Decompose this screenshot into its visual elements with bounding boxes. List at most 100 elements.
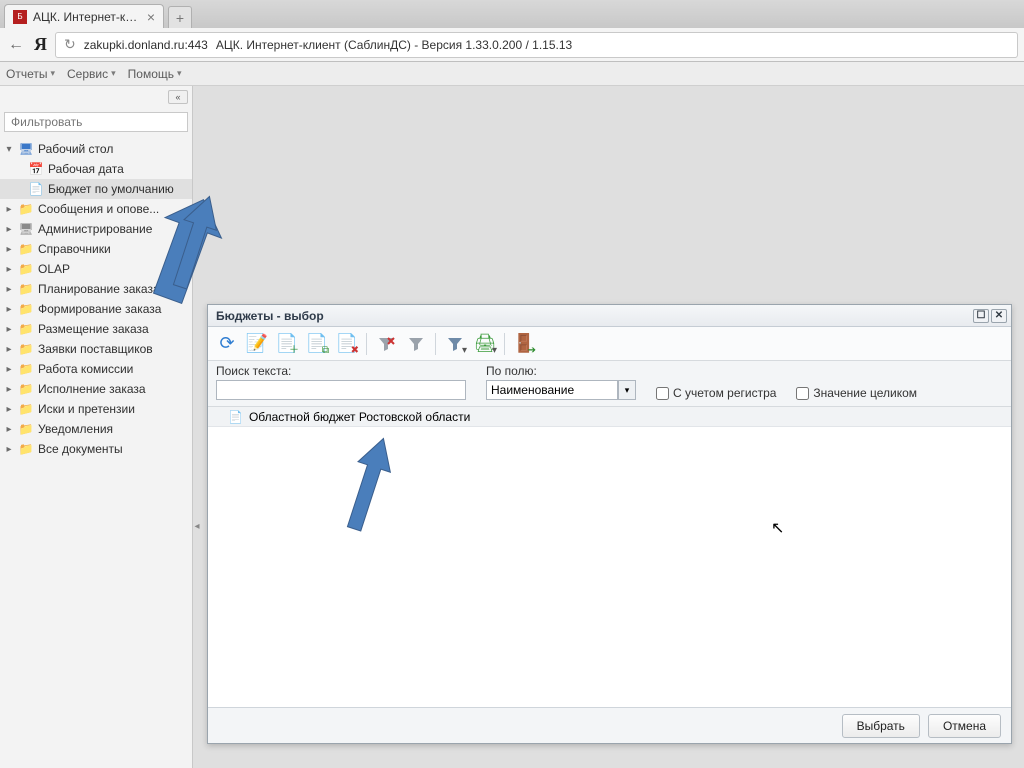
expander-icon[interactable]: ▸ — [4, 424, 14, 435]
edit-button[interactable]: 📝 — [244, 331, 270, 357]
expander-icon[interactable]: ▸ — [4, 324, 14, 335]
expander-icon[interactable]: ▸ — [4, 404, 14, 415]
caret-down-icon: ▾ — [492, 346, 497, 356]
expander-icon[interactable]: ▸ — [4, 264, 14, 275]
print-button[interactable]: 🖨▾ — [472, 331, 498, 357]
folder-icon: 📁 — [18, 241, 34, 257]
new-button[interactable]: 📄＋ — [274, 331, 300, 357]
new-tab-button[interactable]: + — [168, 6, 192, 28]
clear-filter-button[interactable] — [373, 331, 399, 357]
expander-icon[interactable]: ▸ — [4, 384, 14, 395]
folder-icon: 📁 — [18, 341, 34, 357]
search-field-input[interactable] — [486, 380, 618, 400]
list-item-label: Областной бюджет Ростовской области — [249, 410, 470, 424]
folder-icon: 📁 — [18, 261, 34, 277]
checkbox-input[interactable] — [796, 387, 809, 400]
sidebar-filter — [0, 108, 192, 136]
tree-item-execution[interactable]: ▸📁Исполнение заказа — [0, 379, 192, 399]
back-button[interactable]: ← — [6, 35, 26, 55]
delete-button[interactable]: 📄✖ — [334, 331, 360, 357]
main-area: « ▾ 🖥 Рабочий стол 📅Рабочая дата 📄Бюджет п… — [0, 86, 1024, 768]
caret-down-icon: ▾ — [111, 68, 116, 79]
collapse-sidebar-button[interactable]: « — [168, 90, 188, 104]
menu-label: Отчеты — [6, 67, 47, 81]
favicon: Б — [13, 10, 27, 24]
dialog-list: 📄 Областной бюджет Ростовской области — [208, 407, 1011, 707]
menu-label: Помощь — [128, 67, 174, 81]
exit-button[interactable]: 🚪➔ — [511, 331, 537, 357]
refresh-button[interactable]: ⟳ — [214, 331, 240, 357]
tree-item-suppliers[interactable]: ▸ 📁 Заявки поставщиков — [0, 339, 192, 359]
desktop-icon: 🖥 — [18, 141, 34, 157]
tree-item-admin[interactable]: ▸🖥Администрирование — [0, 219, 192, 239]
filter-settings-button[interactable]: ▾ — [442, 331, 468, 357]
tree-item-commission[interactable]: ▸📁Работа комиссии — [0, 359, 192, 379]
cancel-button[interactable]: Отмена — [928, 714, 1001, 738]
menu-label: Сервис — [67, 67, 108, 81]
checkbox-whole-value[interactable]: Значение целиком — [796, 386, 917, 400]
dialog-footer: Выбрать Отмена — [208, 707, 1011, 743]
expander-icon[interactable]: ▸ — [4, 284, 14, 295]
address-bar: ← Я ↻ zakupki.donland.ru:443 АЦК. Интерн… — [0, 28, 1024, 62]
expander-icon[interactable]: ▸ — [4, 344, 14, 355]
expander-icon[interactable]: ▸ — [4, 244, 14, 255]
tree-label: Уведомления — [38, 422, 113, 436]
menu-help[interactable]: Помощь▾ — [128, 67, 182, 81]
tree-label: Заявки поставщиков — [38, 342, 153, 356]
dialog-header[interactable]: Бюджеты - выбор ☐ ✕ — [208, 305, 1011, 327]
splitter-handle[interactable]: ◂ — [193, 506, 201, 546]
expander-icon[interactable]: ▸ — [4, 204, 14, 215]
select-button[interactable]: Выбрать — [842, 714, 920, 738]
tree-label: Размещение заказа — [38, 322, 149, 336]
search-text-input[interactable] — [216, 380, 466, 400]
tree-item-messages[interactable]: ▸📁Сообщения и опове... — [0, 199, 192, 219]
tree-item-olap[interactable]: ▸ 📁 OLAP — [0, 259, 192, 279]
document-icon: 📄 — [228, 410, 243, 424]
list-item[interactable]: 📄 Областной бюджет Ростовской области — [208, 407, 1011, 427]
folder-icon: 📁 — [18, 321, 34, 337]
tree-item-notifications[interactable]: ▸📁Уведомления — [0, 419, 192, 439]
menu-service[interactable]: Сервис▾ — [67, 67, 116, 81]
filter-input[interactable] — [4, 112, 188, 132]
expander-icon[interactable]: ▸ — [4, 364, 14, 375]
toolbar-separator — [435, 333, 436, 355]
expander-icon[interactable]: ▸ — [4, 444, 14, 455]
tree-label: OLAP — [38, 262, 70, 276]
tree-item-forming[interactable]: ▸📁Формирование заказа — [0, 299, 192, 319]
tree-label: Планирование заказа — [38, 282, 160, 296]
expander-icon[interactable]: ▾ — [4, 144, 14, 155]
checkbox-input[interactable] — [656, 387, 669, 400]
caret-down-icon: ▾ — [50, 68, 55, 79]
tree-item-placing[interactable]: ▸ 📁 Размещение заказа — [0, 319, 192, 339]
maximize-button[interactable]: ☐ — [973, 309, 989, 323]
tree-item-desktop[interactable]: ▾ 🖥 Рабочий стол — [0, 139, 192, 159]
checkbox-case-sensitive[interactable]: С учетом регистра — [656, 386, 776, 400]
toolbar-separator — [366, 333, 367, 355]
copy-button[interactable]: 📄⧉ — [304, 331, 330, 357]
menu-reports[interactable]: Отчеты▾ — [6, 67, 55, 81]
combo-dropdown-button[interactable]: ▾ — [618, 380, 636, 400]
caret-down-icon: ▾ — [462, 346, 467, 356]
tree-label: Сообщения и опове... — [38, 202, 159, 216]
close-button[interactable]: ✕ — [991, 309, 1007, 323]
tree-item-alldocs[interactable]: ▸📁Все документы — [0, 439, 192, 459]
tree-item-work-date[interactable]: 📅Рабочая дата — [0, 159, 192, 179]
tree-item-claims[interactable]: ▸📁Иски и претензии — [0, 399, 192, 419]
calendar-icon: 📅 — [28, 161, 44, 177]
tree-item-default-budget[interactable]: 📄Бюджет по умолчанию — [0, 179, 192, 199]
dialog-search-row: Поиск текста: По полю: ▾ С учетом регист… — [208, 361, 1011, 407]
browser-tab-strip: Б АЦК. Интернет-клиен × + — [0, 0, 1024, 28]
expander-icon[interactable]: ▸ — [4, 224, 14, 235]
tree-label: Рабочий стол — [38, 142, 113, 156]
filter-button[interactable] — [403, 331, 429, 357]
url-field[interactable]: ↻ zakupki.donland.ru:443 АЦК. Интернет-к… — [55, 32, 1018, 58]
browser-tab[interactable]: Б АЦК. Интернет-клиен × — [4, 4, 164, 28]
reload-icon[interactable]: ↻ — [64, 36, 76, 53]
url-host: zakupki.donland.ru:443 — [84, 38, 208, 52]
yandex-logo: Я — [34, 34, 47, 55]
expander-icon[interactable]: ▸ — [4, 304, 14, 315]
tree-item-planning[interactable]: ▸📁Планирование заказа — [0, 279, 192, 299]
tree-item-refs[interactable]: ▸📁Справочники — [0, 239, 192, 259]
tree-label: Иски и претензии — [38, 402, 135, 416]
close-icon[interactable]: × — [147, 10, 155, 24]
